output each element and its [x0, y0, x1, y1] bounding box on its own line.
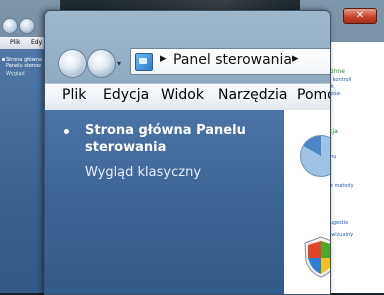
menu-bar: Plik Edycja Widok Narzędzia Pomoc	[45, 83, 330, 111]
back-window-nav	[2, 18, 36, 38]
menu-file[interactable]: Plik	[10, 39, 20, 46]
control-panel-home-link[interactable]: Strona główna Panelu sterowania	[85, 122, 255, 156]
bullet-icon	[2, 58, 5, 61]
close-icon: ✕	[355, 10, 365, 21]
classic-view-link[interactable]: Wygląd klasyczny	[85, 165, 201, 180]
back-arrow-icon[interactable]	[58, 49, 87, 78]
menu-help[interactable]: Pomoc	[297, 87, 330, 103]
breadcrumb-chevron-icon[interactable]: ▸	[292, 51, 299, 66]
menu-tools[interactable]: Narzędzia	[218, 87, 287, 103]
menu-edit[interactable]: Edy	[31, 39, 42, 46]
content-area	[284, 110, 330, 294]
bullet-icon	[64, 129, 69, 134]
breadcrumb-chevron-icon[interactable]: ▸	[160, 51, 167, 66]
control-panel-window[interactable]: ▾ ▸ Panel sterowania ▸ Plik Edycja Widok…	[44, 10, 331, 295]
close-button[interactable]: ✕	[343, 8, 377, 24]
menu-view[interactable]: Widok	[161, 87, 204, 103]
control-panel-icon	[135, 53, 153, 71]
back-arrow-icon[interactable]	[2, 18, 18, 34]
recent-pages-dropdown-icon[interactable]: ▾	[117, 59, 121, 68]
appearance-pie-icon[interactable]	[300, 135, 330, 177]
security-shield-icon[interactable]	[302, 235, 331, 279]
task-pane: Strona główna Panelu sterowania Wygląd k…	[45, 110, 284, 294]
breadcrumb-control-panel[interactable]: Panel sterowania	[173, 52, 292, 68]
address-bar[interactable]: ▸ Panel sterowania ▸	[130, 48, 330, 75]
back-classic-view-link[interactable]: Wygląd	[6, 71, 25, 77]
menu-edit[interactable]: Edycja	[103, 87, 149, 103]
menu-file[interactable]: Plik	[62, 87, 86, 103]
forward-arrow-icon[interactable]	[87, 49, 116, 78]
back-home-link[interactable]: Strona główna Panelu sterow	[6, 57, 42, 69]
forward-arrow-icon[interactable]	[19, 18, 35, 34]
